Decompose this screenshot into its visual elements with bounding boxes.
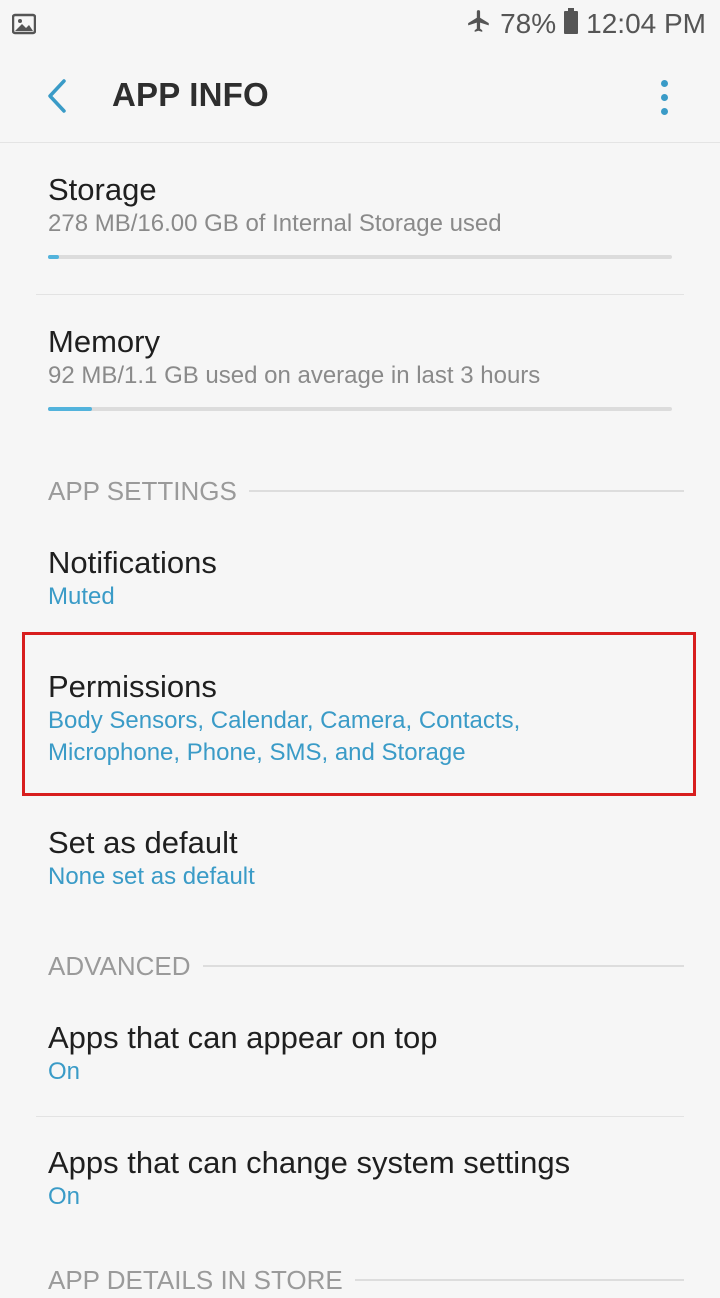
storage-title: Storage (48, 172, 157, 207)
more-dot (660, 107, 668, 115)
airplane-mode-icon (466, 8, 492, 41)
highlight-box (22, 632, 696, 796)
more-dot (660, 79, 668, 87)
set-as-default-title: Set as default (48, 825, 238, 860)
more-options-button[interactable] (652, 74, 676, 120)
battery-icon (564, 7, 579, 41)
notifications-item[interactable]: Notifications Muted (48, 545, 672, 613)
change-system-settings-status: On (48, 1183, 81, 1210)
memory-progress-fill (48, 407, 92, 411)
appear-on-top-status: On (48, 1058, 81, 1085)
notifications-status: Muted (48, 583, 115, 610)
set-as-default-status: None set as default (48, 863, 255, 890)
notifications-title: Notifications (48, 545, 217, 580)
storage-subtitle: 278 MB/16.00 GB of Internal Storage used (48, 210, 502, 237)
divider (36, 294, 684, 295)
storage-progress-bar (48, 255, 672, 259)
gallery-icon (11, 12, 37, 36)
battery-percentage: 78% (500, 8, 557, 39)
memory-subtitle: 92 MB/1.1 GB used on average in last 3 h… (48, 362, 541, 389)
memory-item[interactable]: Memory 92 MB/1.1 GB used on average in l… (48, 324, 672, 392)
status-bar: 78% 12:04 PM (0, 0, 720, 48)
back-button[interactable] (34, 70, 78, 122)
memory-title: Memory (48, 324, 160, 359)
chevron-left-icon (48, 79, 66, 113)
change-system-settings-title: Apps that can change system settings (48, 1145, 571, 1180)
change-system-settings-item[interactable]: Apps that can change system settings On (48, 1145, 672, 1213)
storage-item[interactable]: Storage 278 MB/16.00 GB of Internal Stor… (48, 172, 672, 240)
section-label: APP DETAILS IN STORE (48, 1264, 343, 1295)
appear-on-top-item[interactable]: Apps that can appear on top On (48, 1020, 672, 1088)
set-as-default-item[interactable]: Set as default None set as default (48, 825, 672, 893)
memory-progress-bar (48, 407, 672, 411)
app-bar: APP INFO (0, 48, 720, 143)
clock: 12:04 PM (586, 8, 706, 39)
section-header-app-details: APP DETAILS IN STORE (48, 1262, 684, 1298)
section-header-app-settings: APP SETTINGS (48, 473, 684, 509)
page-title: APP INFO (112, 76, 269, 113)
more-dot (660, 93, 668, 101)
storage-progress-fill (48, 255, 59, 259)
section-header-advanced: ADVANCED (48, 948, 684, 984)
section-label: ADVANCED (48, 950, 191, 981)
appear-on-top-title: Apps that can appear on top (48, 1020, 438, 1055)
section-divider (202, 965, 684, 967)
section-divider (248, 490, 684, 492)
section-divider (354, 1279, 684, 1281)
section-label: APP SETTINGS (48, 475, 237, 506)
divider (36, 1116, 684, 1117)
